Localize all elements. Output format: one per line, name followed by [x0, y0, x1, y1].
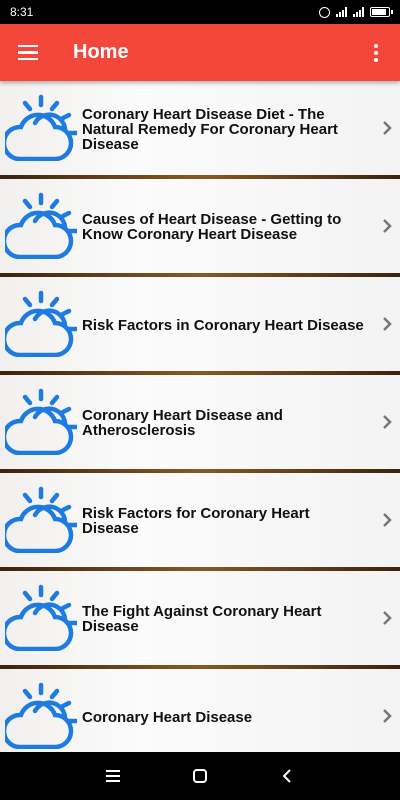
- sun-cloud-icon: [0, 375, 82, 469]
- more-options-icon[interactable]: [352, 24, 400, 81]
- list-item-label: Coronary Heart Disease and Atheroscleros…: [82, 407, 283, 439]
- list-item-label: Risk Factors in Coronary Heart Disease: [82, 316, 364, 334]
- list-item[interactable]: Risk Factors for Coronary Heart Disease: [0, 473, 400, 571]
- list-item[interactable]: Risk Factors in Coronary Heart Disease: [0, 277, 400, 375]
- app-bar: Home: [0, 24, 400, 81]
- list-item-label: Coronary Heart Disease Diet - The Natura…: [82, 105, 338, 153]
- menu-icon[interactable]: [0, 24, 56, 81]
- back-icon[interactable]: [267, 756, 307, 796]
- status-icons: [319, 6, 393, 18]
- list-item[interactable]: Coronary Heart Disease Diet - The Natura…: [0, 81, 400, 179]
- list-item[interactable]: Coronary Heart Disease: [0, 669, 400, 752]
- system-nav-bar: [0, 752, 400, 800]
- page-title: Home: [73, 41, 129, 63]
- sun-cloud-icon: [0, 571, 82, 665]
- alarm-icon: [319, 6, 330, 18]
- battery-icon: [370, 7, 393, 17]
- chevron-right-icon: [374, 709, 400, 723]
- list-item-label: Risk Factors for Coronary Heart Disease: [82, 505, 310, 537]
- chevron-right-icon: [374, 415, 400, 429]
- chevron-right-icon: [374, 513, 400, 527]
- list-item-label: The Fight Against Coronary Heart Disease: [82, 603, 322, 635]
- sun-cloud-icon: [0, 473, 82, 567]
- status-bar: 8:31: [0, 0, 400, 24]
- list-item[interactable]: The Fight Against Coronary Heart Disease: [0, 571, 400, 669]
- sun-cloud-icon: [0, 179, 82, 273]
- list-item-label: Coronary Heart Disease: [82, 708, 253, 726]
- signal-icon: [336, 7, 347, 17]
- sun-cloud-icon: [0, 277, 82, 371]
- signal-icon: [353, 7, 364, 17]
- recents-icon[interactable]: [93, 756, 133, 796]
- chevron-right-icon: [374, 219, 400, 233]
- chevron-right-icon: [374, 611, 400, 625]
- home-icon[interactable]: [180, 756, 220, 796]
- chevron-right-icon: [374, 121, 400, 135]
- status-time: 8:31: [10, 5, 34, 19]
- sun-cloud-icon: [0, 669, 82, 752]
- list-item[interactable]: Causes of Heart Disease - Getting to Kno…: [0, 179, 400, 277]
- sun-cloud-icon: [0, 81, 82, 175]
- article-list[interactable]: Coronary Heart Disease Diet - The Natura…: [0, 81, 400, 752]
- list-item[interactable]: Coronary Heart Disease and Atheroscleros…: [0, 375, 400, 473]
- list-item-label: Causes of Heart Disease - Getting to Kno…: [82, 211, 342, 243]
- chevron-right-icon: [374, 317, 400, 331]
